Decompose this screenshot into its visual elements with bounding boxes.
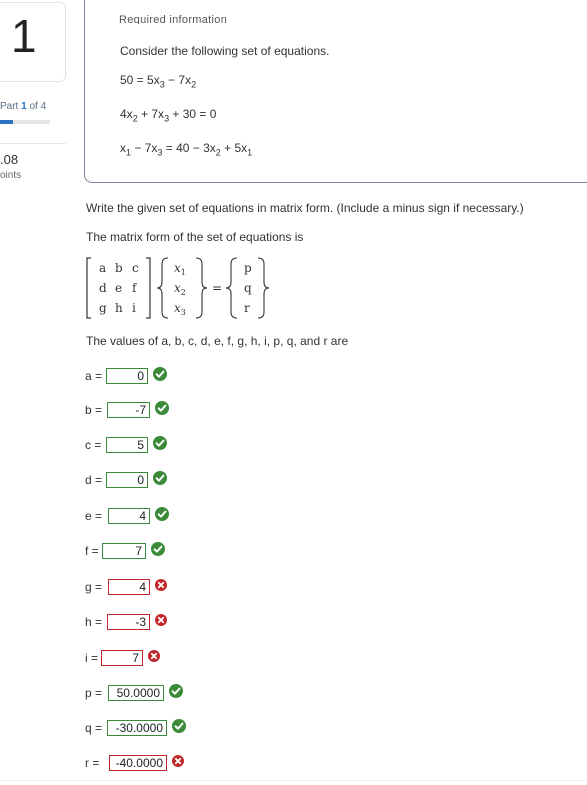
right-brace-icon xyxy=(195,257,208,319)
points-label: oints xyxy=(0,170,22,181)
points-value: .08 xyxy=(0,152,19,167)
answer-input-i[interactable]: 7 xyxy=(101,650,143,666)
rhs-vector: pqr xyxy=(225,257,270,319)
matrix-entry-h: h xyxy=(115,301,123,315)
equation-2: 4x2 + 7x3 + 30 = 0 xyxy=(120,107,217,124)
matrix-entry-g: g xyxy=(99,301,107,315)
check-circle-icon xyxy=(151,541,165,561)
sidebar-divider xyxy=(0,143,66,144)
part-word: Part xyxy=(0,101,19,112)
rhs-entry-q: q xyxy=(244,281,252,295)
info-intro: Consider the following set of equations. xyxy=(120,44,330,58)
answer-input-p[interactable]: 50.0000 xyxy=(108,685,164,701)
matrix-entry-d: d xyxy=(99,281,107,295)
question-number: 1 xyxy=(11,10,37,62)
bottom-divider xyxy=(0,780,587,781)
answer-label-b: b = xyxy=(85,403,103,417)
answer-row-c: c = 5 xyxy=(85,435,167,455)
part-indicator: Part 1 of 4 xyxy=(0,101,46,112)
answer-label-p: p = xyxy=(85,686,103,700)
answer-row-h: h = -3 xyxy=(85,612,167,632)
rhs-entry-p: p xyxy=(244,261,252,275)
values-prompt-text: The values of a, b, c, d, e, f, g, h, i,… xyxy=(86,334,349,348)
answer-input-d[interactable]: 0 xyxy=(106,472,148,488)
answer-row-d: d = 0 xyxy=(85,470,167,490)
answer-input-b[interactable]: -7 xyxy=(107,402,150,418)
matrix-entry-e: e xyxy=(115,281,122,295)
left-brace-icon xyxy=(225,257,238,319)
answer-row-g: g = 4 xyxy=(85,577,167,597)
part-progress-bar xyxy=(0,120,50,124)
check-circle-icon xyxy=(155,506,169,526)
check-circle-icon xyxy=(153,366,167,386)
matrix-entry-i: i xyxy=(132,301,136,315)
answer-row-f: f = 7 xyxy=(85,541,165,561)
answer-input-q[interactable]: -30.0000 xyxy=(107,720,167,736)
answer-label-c: c = xyxy=(85,438,102,452)
matrix-intro-text: The matrix form of the set of equations … xyxy=(86,230,304,244)
matrix-entry-b: b xyxy=(115,261,123,275)
left-bracket-icon xyxy=(86,257,91,319)
check-circle-icon xyxy=(155,400,169,420)
part-current: 1 xyxy=(21,101,27,112)
answer-row-p: p = 50.0000 xyxy=(85,683,183,703)
answer-input-g[interactable]: 4 xyxy=(108,579,150,595)
left-brace-icon xyxy=(156,257,169,319)
coefficient-matrix: a b c d e f g h i xyxy=(86,257,151,319)
answer-input-c[interactable]: 5 xyxy=(106,437,148,453)
check-circle-icon xyxy=(153,470,167,490)
x-circle-icon xyxy=(155,578,167,596)
matrix-equals-sign: = xyxy=(212,281,222,295)
part-total: of 4 xyxy=(29,101,47,112)
x-circle-icon xyxy=(155,613,167,631)
part-progress-fill xyxy=(0,120,13,124)
answer-row-r: r = -40.0000 xyxy=(85,753,184,773)
rhs-entry-r: r xyxy=(244,301,250,315)
vector-entry-x2: x2 xyxy=(174,281,186,297)
answer-label-r: r = xyxy=(85,756,100,770)
matrix-equation: a b c d e f g h i x1 x2 x3 = pqr xyxy=(86,257,270,319)
answer-input-f[interactable]: 7 xyxy=(102,543,146,559)
right-brace-icon xyxy=(257,257,270,319)
answer-label-q: q = xyxy=(85,721,103,735)
answer-row-a: a = 0 xyxy=(85,366,167,386)
answer-label-h: h = xyxy=(85,615,103,629)
answer-label-i: i = xyxy=(85,651,99,665)
info-header: Required information xyxy=(119,14,228,24)
answer-label-e: e = xyxy=(85,509,103,523)
variable-vector: x1 x2 x3 xyxy=(156,257,208,319)
instruction-text: Write the given set of equations in matr… xyxy=(86,201,524,215)
matrix-entry-a: a xyxy=(99,261,106,275)
answer-input-h[interactable]: -3 xyxy=(107,614,150,630)
answer-label-a: a = xyxy=(85,369,103,383)
answer-input-a[interactable]: 0 xyxy=(106,368,148,384)
x-circle-icon xyxy=(172,754,184,772)
question-sidebar: 1 Part 1 of 4 .08 oints xyxy=(0,0,66,785)
vector-entry-x3: x3 xyxy=(174,301,186,317)
question-number-card[interactable]: 1 xyxy=(0,2,66,82)
answer-input-r[interactable]: -40.0000 xyxy=(109,755,167,771)
equation-1: 50 = 5x3 − 7x2 xyxy=(120,73,197,90)
answer-row-b: b = -7 xyxy=(85,400,169,420)
right-bracket-icon xyxy=(146,257,151,319)
vector-entry-x1: x1 xyxy=(174,261,186,277)
answer-row-i: i = 7 xyxy=(85,648,160,668)
answer-row-q: q = -30.0000 xyxy=(85,718,186,738)
check-circle-icon xyxy=(153,435,167,455)
matrix-entry-c: c xyxy=(132,261,139,275)
answer-label-f: f = xyxy=(85,544,99,558)
matrix-entry-f: f xyxy=(132,281,138,295)
answer-label-d: d = xyxy=(85,473,103,487)
answer-label-g: g = xyxy=(85,580,103,594)
x-circle-icon xyxy=(148,649,160,667)
answer-input-e[interactable]: 4 xyxy=(108,508,150,524)
equation-3: x1 − 7x3 = 40 − 3x2 + 5x1 xyxy=(120,141,253,158)
check-circle-icon xyxy=(172,718,186,738)
check-circle-icon xyxy=(169,683,183,703)
answer-row-e: e = 4 xyxy=(85,506,169,526)
